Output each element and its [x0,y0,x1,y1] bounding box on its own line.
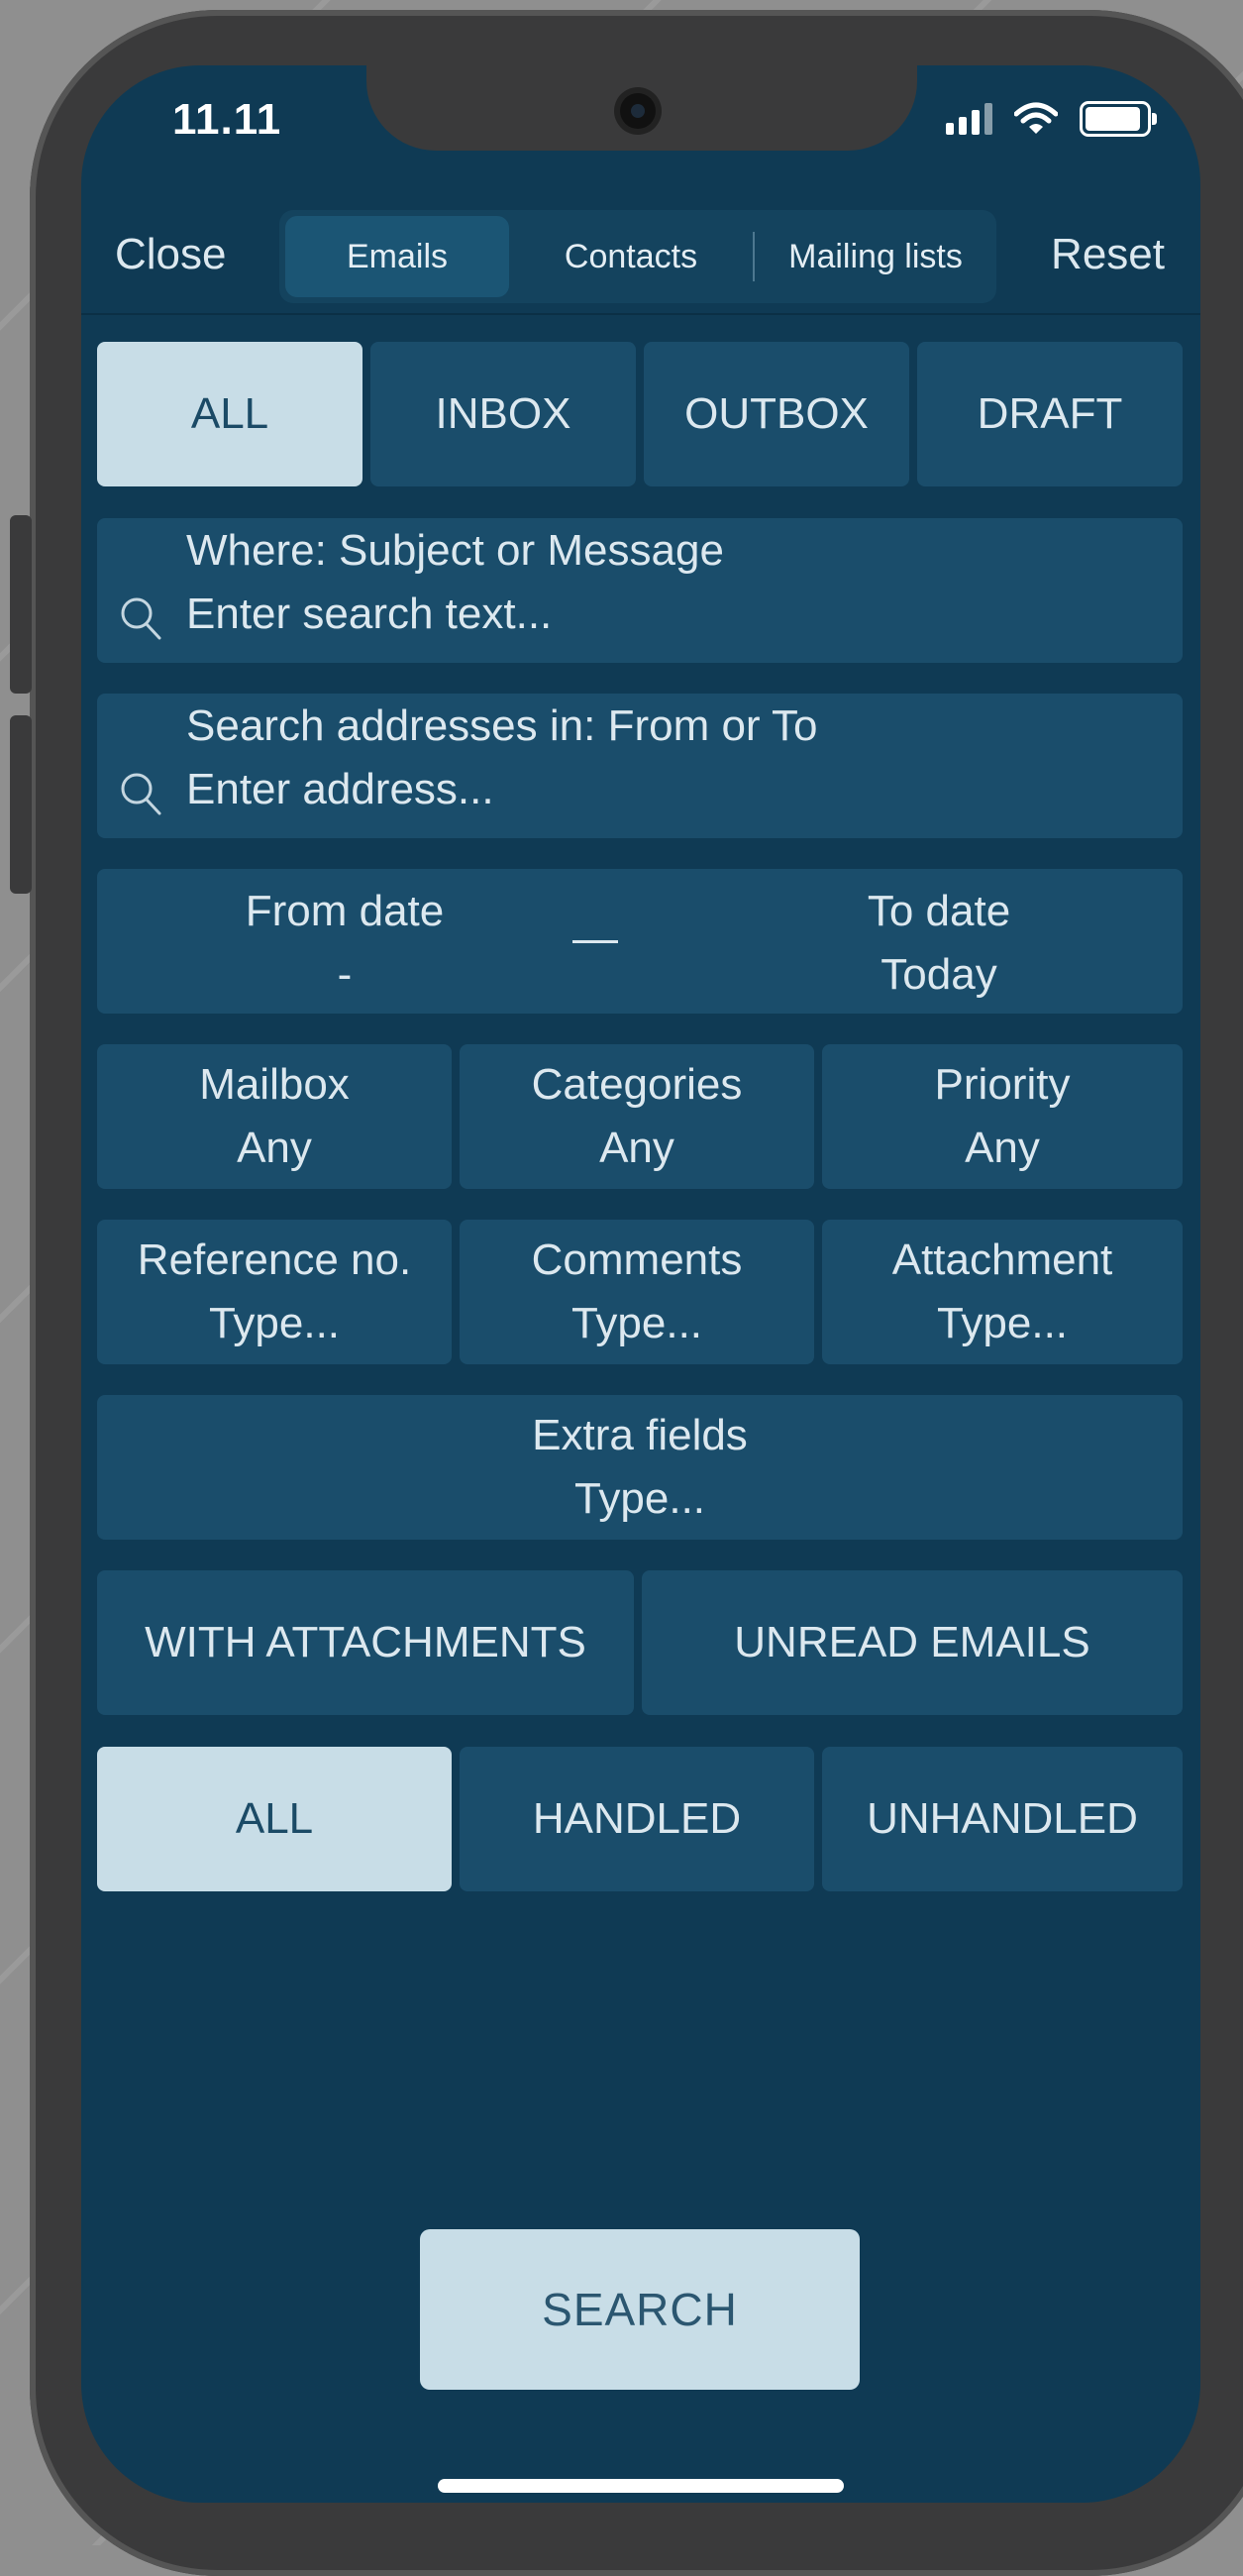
comments-label: Comments [531,1235,743,1284]
extra-fields-placeholder: Type... [573,1474,706,1523]
unhandled-button[interactable]: UNHANDLED [822,1747,1183,1891]
comments-field[interactable]: Comments Type... [460,1220,814,1364]
scope-segmented-control: Emails Contacts Mailing lists [279,210,996,303]
folder-outbox-button[interactable]: OUTBOX [644,342,909,486]
screen: 11.11 Close Emails Contacts Mailing list… [81,65,1200,2503]
categories-selector[interactable]: Categories Any [460,1044,814,1189]
folder-draft-button[interactable]: DRAFT [917,342,1183,486]
reference-no-field[interactable]: Reference no. Type... [97,1220,452,1364]
to-date-label: To date [867,887,1011,935]
with-attachments-toggle[interactable]: WITH ATTACHMENTS [97,1570,634,1715]
search-text-field[interactable]: Where: Subject or Message Enter search t… [97,518,1183,663]
from-date-label: From date [245,887,445,935]
tab-contacts[interactable]: Contacts [519,210,743,303]
segment-divider [753,232,755,281]
status-icons [946,101,1157,137]
date-range-dash [572,940,618,943]
unread-emails-toggle[interactable]: UNREAD EMAILS [642,1570,1183,1715]
reference-no-label: Reference no. [137,1235,412,1284]
search-button[interactable]: SEARCH [420,2229,860,2390]
search-address-label: Search addresses in: From or To [186,701,818,750]
phone-side-button [10,515,32,694]
mailbox-value: Any [237,1124,312,1172]
priority-selector[interactable]: Priority Any [822,1044,1183,1189]
attachment-field[interactable]: Attachment Type... [822,1220,1183,1364]
reset-button[interactable]: Reset [1051,230,1165,279]
priority-value: Any [965,1124,1040,1172]
comments-placeholder: Type... [570,1299,703,1347]
search-text-label: Where: Subject or Message [186,526,724,575]
wifi-icon [1014,102,1058,134]
mailbox-label: Mailbox [199,1060,350,1109]
tab-mailing-lists[interactable]: Mailing lists [759,210,992,303]
handled-button[interactable]: HANDLED [460,1747,814,1891]
search-address-field[interactable]: Search addresses in: From or To Enter ad… [97,694,1183,838]
categories-value: Any [599,1124,674,1172]
attachment-placeholder: Type... [936,1299,1069,1347]
reference-no-placeholder: Type... [208,1299,341,1347]
cellular-signal-icon [946,103,992,135]
to-date-value: Today [880,950,997,999]
date-range: From date - To date Today [97,869,1183,1014]
to-date-picker[interactable]: To date Today [731,879,1147,1008]
handled-all-button[interactable]: ALL [97,1747,452,1891]
search-text-placeholder: Enter search text... [186,590,553,638]
search-icon [121,597,161,640]
status-time: 11.11 [172,95,282,144]
extra-fields-label: Extra fields [532,1411,748,1459]
search-address-placeholder: Enter address... [186,765,494,813]
phone-side-button [10,715,32,894]
folder-inbox-button[interactable]: INBOX [370,342,636,486]
tab-emails[interactable]: Emails [285,216,509,297]
priority-label: Priority [934,1060,1071,1109]
categories-label: Categories [531,1060,743,1109]
from-date-value: - [337,950,353,999]
front-camera [620,93,656,129]
search-icon [121,773,161,815]
from-date-picker[interactable]: From date - [137,879,553,1008]
attachment-label: Attachment [891,1235,1113,1284]
divider [81,313,1200,315]
mailbox-selector[interactable]: Mailbox Any [97,1044,452,1189]
top-bar: Close Emails Contacts Mailing lists Rese… [81,192,1200,313]
folder-all-button[interactable]: ALL [97,342,363,486]
close-button[interactable]: Close [115,230,227,279]
battery-icon [1080,101,1157,137]
home-indicator[interactable] [438,2479,844,2493]
extra-fields-field[interactable]: Extra fields Type... [97,1395,1183,1540]
